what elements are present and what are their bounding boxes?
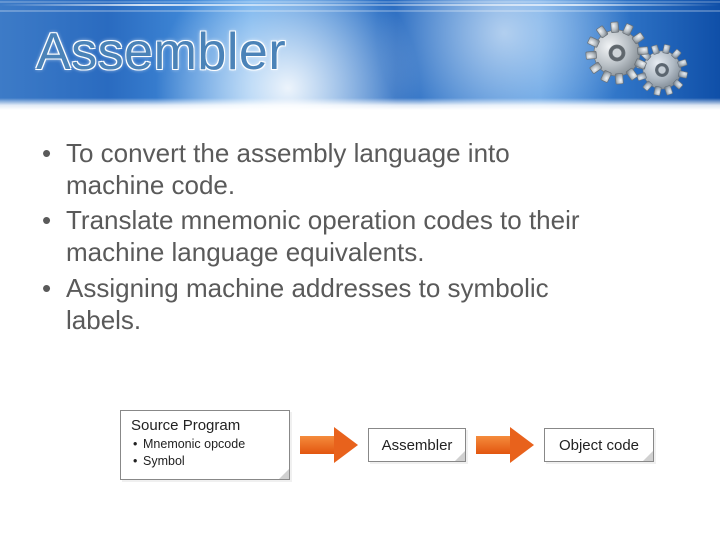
arrow-right-icon [300,427,358,463]
source-box-item: Symbol [133,453,279,470]
flow-diagram: Source Program Mnemonic opcode Symbol As… [120,400,680,490]
slide-title: Assembler [36,22,286,82]
source-box-title: Source Program [131,417,279,434]
source-program-box: Source Program Mnemonic opcode Symbol [120,410,290,481]
bullet-item: To convert the assembly language into ma… [36,138,600,201]
assembler-box: Assembler [368,428,466,462]
page-curl-icon [643,451,653,461]
assembler-box-label: Assembler [382,437,453,454]
slide: Assembler To convert the assembly langua… [0,0,720,540]
gears-icon [562,8,712,108]
object-code-box-label: Object code [559,437,639,454]
bullet-item: Assigning machine addresses to symbolic … [36,273,600,336]
source-box-item: Mnemonic opcode [133,436,279,453]
bullet-item: Translate mnemonic operation codes to th… [36,205,600,268]
page-curl-icon [279,469,289,479]
body-content: To convert the assembly language into ma… [36,138,600,340]
arrow-right-icon [476,427,534,463]
bullet-list: To convert the assembly language into ma… [36,138,600,336]
object-code-box: Object code [544,428,654,462]
page-curl-icon [455,451,465,461]
